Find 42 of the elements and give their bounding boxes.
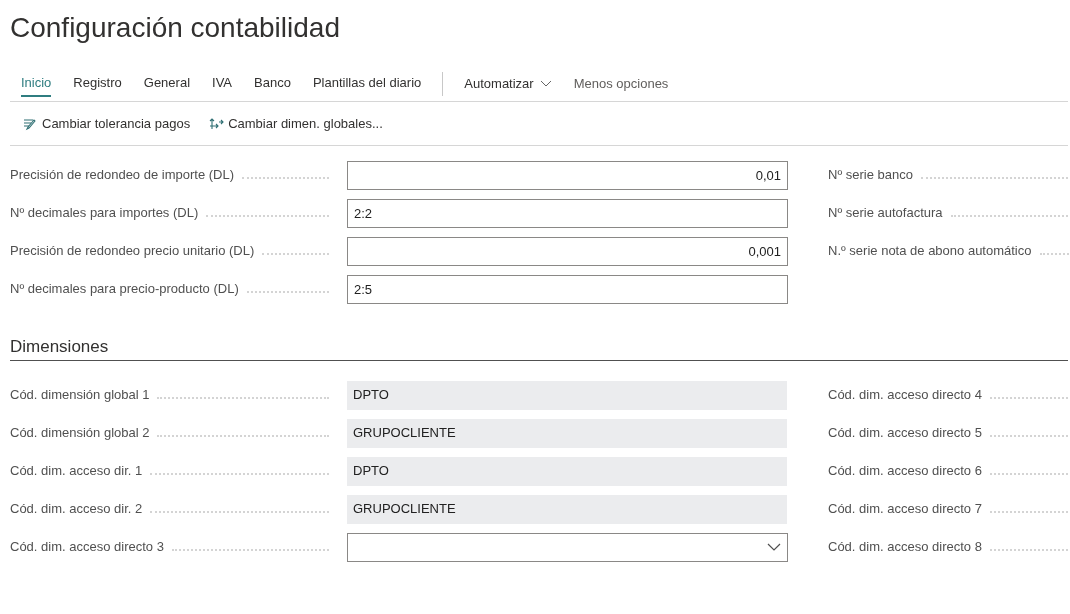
readonly-field: DPTO (347, 456, 787, 486)
field-label: Nº serie autofactura (828, 204, 943, 223)
tab[interactable]: Registro (73, 70, 122, 97)
tab[interactable]: IVA (212, 70, 233, 97)
field-label: Precisión de redondeo de importe (DL) (10, 166, 234, 185)
tab[interactable]: General (143, 70, 191, 97)
dropdown-field[interactable] (347, 532, 788, 562)
readonly-field: GRUPOCLIENTE (347, 494, 787, 524)
field-label: Cód. dimensión global 1 (10, 386, 150, 405)
tab[interactable]: Banco (254, 70, 291, 97)
chevron-down-icon (539, 80, 552, 87)
input-field[interactable]: 2:5 (347, 274, 788, 304)
field-label: Cód. dim. acceso directo 3 (10, 538, 164, 557)
field-label: Cód. dim. acceso directo 8 (828, 538, 982, 557)
field-label: Precisión de redondeo precio unitario (DL) (10, 242, 255, 261)
field-label: Cód. dim. acceso directo 7 (828, 500, 982, 519)
leader-line (1039, 253, 1070, 255)
field-label: Nº decimales para precio-producto (DL) (10, 280, 239, 299)
field-label: Cód. dim. acceso dir. 2 (10, 500, 143, 519)
field-label: Cód. dim. acceso dir. 1 (10, 462, 143, 481)
action-button[interactable]: Cambiar dimen. globales... (208, 113, 383, 134)
leader-line (262, 253, 329, 255)
less-options-link[interactable]: Menos opciones (573, 70, 669, 97)
readonly-field: DPTO (347, 380, 787, 410)
input-field[interactable]: 0,001 (347, 236, 788, 266)
field-label: Cód. dim. acceso directo 4 (828, 386, 982, 405)
field-label: Cód. dim. acceso directo 5 (828, 424, 982, 443)
field-label: Nº decimales para importes (DL) (10, 204, 199, 223)
automate-menu[interactable]: Automatizar (464, 70, 552, 97)
chevron-down-icon (767, 543, 781, 551)
field-label: Cód. dimensión global 2 (10, 424, 150, 443)
input-field[interactable]: 0,01 (347, 160, 788, 190)
readonly-field: GRUPOCLIENTE (347, 418, 787, 448)
field-label: Cód. dim. acceso directo 6 (828, 462, 982, 481)
field-label: Nº serie banco (828, 166, 913, 185)
tab[interactable]: Plantillas del diario (312, 70, 422, 97)
input-field[interactable]: 2:2 (347, 198, 788, 228)
page-title: Configuración contabilidad (10, 11, 341, 45)
field-label: N.º serie nota de abono automático (828, 242, 1032, 261)
tab[interactable]: Inicio (21, 70, 52, 97)
action-button[interactable]: Cambiar tolerancia pagos (22, 113, 191, 134)
section-title: Dimensiones (10, 336, 110, 358)
